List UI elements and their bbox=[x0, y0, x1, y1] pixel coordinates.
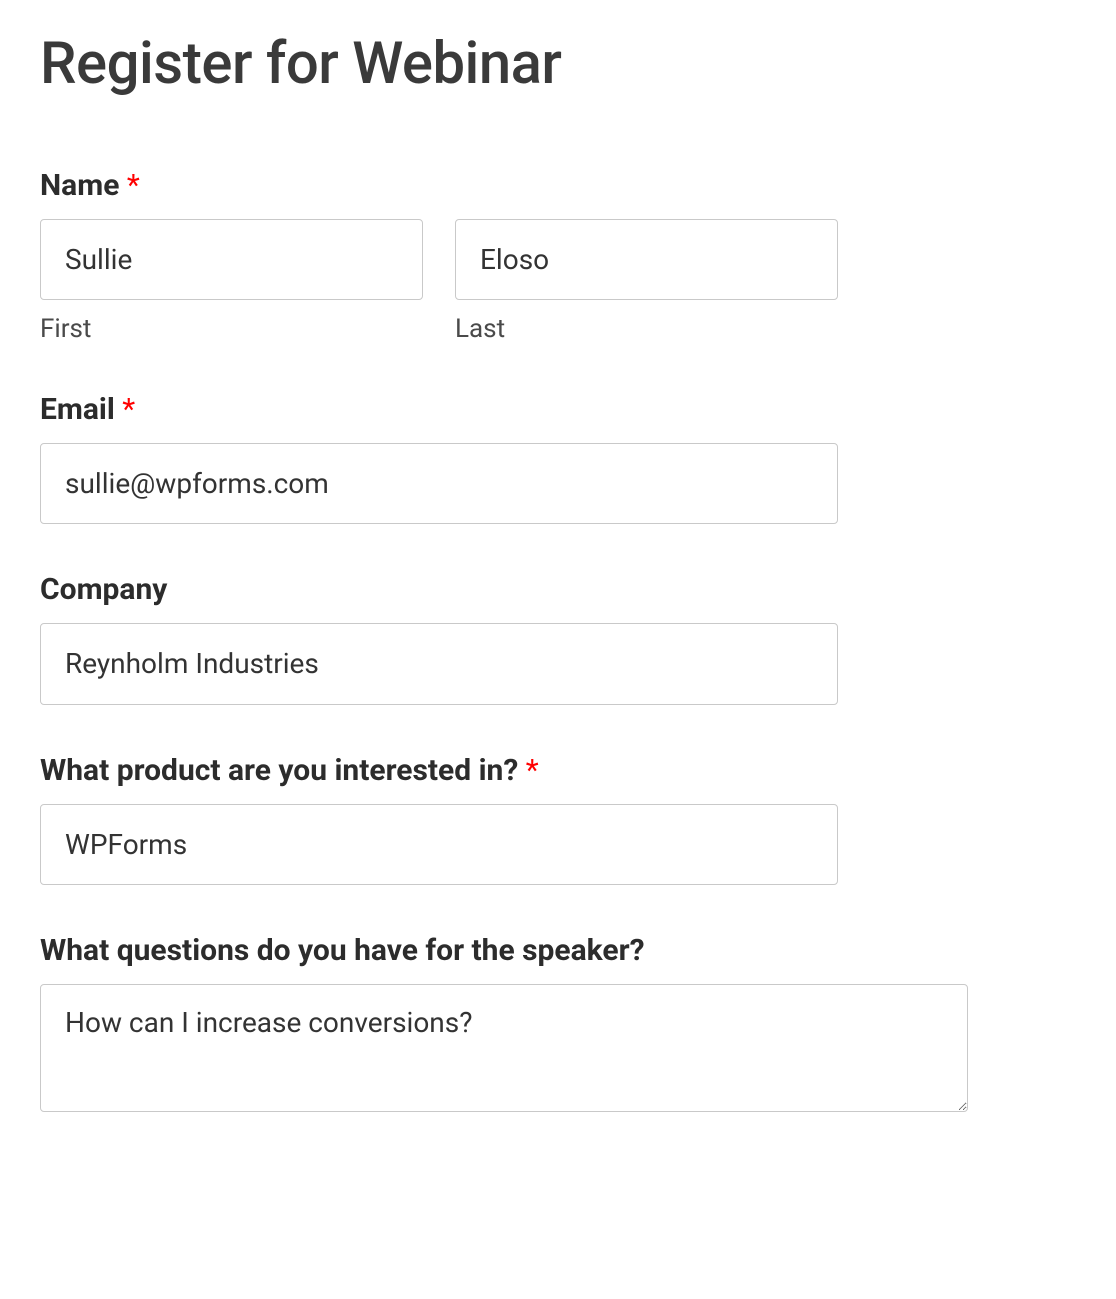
first-name-col: First bbox=[40, 219, 423, 344]
company-label-text: Company bbox=[40, 572, 167, 607]
name-label-text: Name bbox=[40, 168, 127, 203]
required-mark-icon: * bbox=[122, 392, 135, 427]
company-label: Company bbox=[40, 572, 1076, 607]
questions-textarea[interactable] bbox=[40, 984, 968, 1112]
email-label: Email * bbox=[40, 392, 1076, 427]
field-email: Email * bbox=[40, 392, 1076, 524]
required-mark-icon: * bbox=[127, 168, 140, 203]
required-mark-icon: * bbox=[526, 753, 539, 788]
company-input[interactable] bbox=[40, 623, 838, 704]
form-title: Register for Webinar bbox=[40, 30, 1076, 98]
field-name: Name * First Last bbox=[40, 168, 1076, 344]
product-label: What product are you interested in? * bbox=[40, 753, 1076, 788]
first-name-input[interactable] bbox=[40, 219, 423, 300]
first-name-sublabel: First bbox=[40, 314, 423, 344]
product-label-text: What product are you interested in? bbox=[40, 753, 526, 788]
field-company: Company bbox=[40, 572, 1076, 704]
questions-label-text: What questions do you have for the speak… bbox=[40, 933, 645, 968]
field-questions: What questions do you have for the speak… bbox=[40, 933, 1076, 1116]
last-name-col: Last bbox=[455, 219, 838, 344]
email-label-text: Email bbox=[40, 392, 122, 427]
name-label: Name * bbox=[40, 168, 1076, 203]
field-product: What product are you interested in? * bbox=[40, 753, 1076, 885]
email-input[interactable] bbox=[40, 443, 838, 524]
name-row: First Last bbox=[40, 219, 838, 344]
product-input[interactable] bbox=[40, 804, 838, 885]
last-name-input[interactable] bbox=[455, 219, 838, 300]
questions-label: What questions do you have for the speak… bbox=[40, 933, 1076, 968]
last-name-sublabel: Last bbox=[455, 314, 838, 344]
